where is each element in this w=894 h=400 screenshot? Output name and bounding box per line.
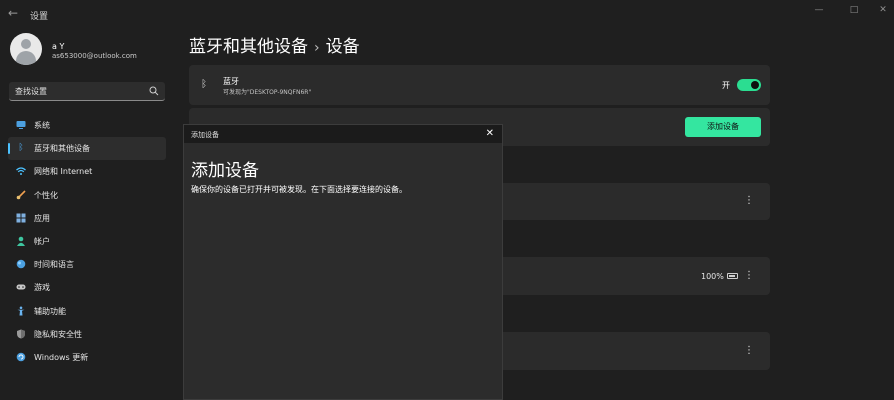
sidebar-item-apps[interactable]: 应用 xyxy=(8,207,166,230)
page-title: 设备 xyxy=(325,37,360,57)
accessibility-icon xyxy=(17,306,25,315)
shield-icon xyxy=(17,329,25,339)
sidebar-item-windows-update[interactable]: Windows 更新 xyxy=(8,346,166,369)
apps-icon xyxy=(16,213,26,223)
sidebar-item-label: 网络和 Internet xyxy=(34,167,93,177)
minimize-icon[interactable]: — xyxy=(812,4,826,16)
dialog-heading: 添加设备 xyxy=(191,161,259,181)
bluetooth-title: 蓝牙 xyxy=(223,77,239,86)
title-bar: ← 设置 — □ ✕ xyxy=(0,0,894,28)
dialog-description: 确保你的设备已打开并可被发现。在下面选择要连接的设备。 xyxy=(191,185,407,194)
update-icon xyxy=(16,352,26,362)
sidebar-item-label: 游戏 xyxy=(34,283,50,293)
sidebar-item-label: 隐私和安全性 xyxy=(34,329,82,339)
sidebar-item-time-language[interactable]: 时间和语言 xyxy=(8,253,166,276)
sidebar-item-network[interactable]: 网络和 Internet xyxy=(8,160,166,183)
sidebar-nav: 系统 ᛒ 蓝牙和其他设备 网络和 Internet 个性化 应用 帐户 时间和语… xyxy=(8,114,166,369)
chevron-right-icon: › xyxy=(314,40,320,56)
add-device-button[interactable]: 添加设备 xyxy=(685,117,761,137)
breadcrumb-parent[interactable]: 蓝牙和其他设备 xyxy=(189,37,308,57)
sidebar-item-accounts[interactable]: 帐户 xyxy=(8,230,166,253)
bluetooth-icon: ᛒ xyxy=(201,79,207,90)
globe-icon xyxy=(16,259,26,269)
person-icon xyxy=(17,236,25,246)
sidebar-item-bluetooth-devices[interactable]: ᛒ 蓝牙和其他设备 xyxy=(8,137,166,161)
breadcrumb: 蓝牙和其他设备 › 设备 xyxy=(189,32,360,57)
sidebar-item-system[interactable]: 系统 xyxy=(8,114,166,137)
monitor-icon xyxy=(16,121,26,129)
bluetooth-toggle[interactable] xyxy=(737,79,761,91)
toggle-label: 开 xyxy=(722,81,730,90)
search-input[interactable]: 查找设置 xyxy=(9,82,165,101)
search-placeholder: 查找设置 xyxy=(15,87,47,96)
sidebar-item-label: 应用 xyxy=(34,213,50,223)
sidebar-item-privacy[interactable]: 隐私和安全性 xyxy=(8,323,166,346)
battery-icon xyxy=(727,273,738,279)
sidebar-item-label: 时间和语言 xyxy=(34,260,74,270)
maximize-icon[interactable]: □ xyxy=(847,4,861,16)
sidebar-item-personalization[interactable]: 个性化 xyxy=(8,184,166,207)
bluetooth-card: ᛒ 蓝牙 可发现为"DESKTOP-9NQFN6R" 开 xyxy=(189,65,770,105)
more-options-icon[interactable]: ⋮ xyxy=(744,196,754,206)
back-button[interactable]: ← xyxy=(8,6,22,20)
battery-level: 100% xyxy=(701,272,724,281)
app-title: 设置 xyxy=(30,12,49,22)
sidebar-item-gaming[interactable]: 游戏 xyxy=(8,276,166,299)
sidebar-item-label: 蓝牙和其他设备 xyxy=(34,144,90,154)
wifi-icon xyxy=(16,167,26,176)
sidebar-item-label: 个性化 xyxy=(34,190,58,200)
sidebar-item-label: 帐户 xyxy=(34,236,50,246)
close-window-icon[interactable]: ✕ xyxy=(876,4,890,16)
close-icon[interactable]: ✕ xyxy=(486,128,494,140)
dialog-title-bar: 添加设备 ✕ xyxy=(184,125,502,143)
brush-icon xyxy=(16,189,26,199)
bluetooth-icon: ᛒ xyxy=(18,143,24,154)
profile-name: a Y xyxy=(52,42,65,51)
sidebar-item-label: Windows 更新 xyxy=(34,352,89,362)
add-device-dialog: 添加设备 ✕ 添加设备 确保你的设备已打开并可被发现。在下面选择要连接的设备。 xyxy=(183,124,503,400)
more-options-icon[interactable]: ⋮ xyxy=(744,346,754,356)
avatar[interactable] xyxy=(10,33,42,65)
bluetooth-subtitle: 可发现为"DESKTOP-9NQFN6R" xyxy=(223,89,312,96)
dialog-title: 添加设备 xyxy=(191,131,219,139)
profile-email: as653000@outlook.com xyxy=(52,52,137,60)
gamepad-icon xyxy=(16,284,26,290)
more-options-icon[interactable]: ⋮ xyxy=(744,271,754,281)
sidebar-item-accessibility[interactable]: 辅助功能 xyxy=(8,300,166,323)
sidebar-item-label: 辅助功能 xyxy=(34,306,66,316)
sidebar-item-label: 系统 xyxy=(34,121,50,130)
search-icon xyxy=(149,86,159,96)
